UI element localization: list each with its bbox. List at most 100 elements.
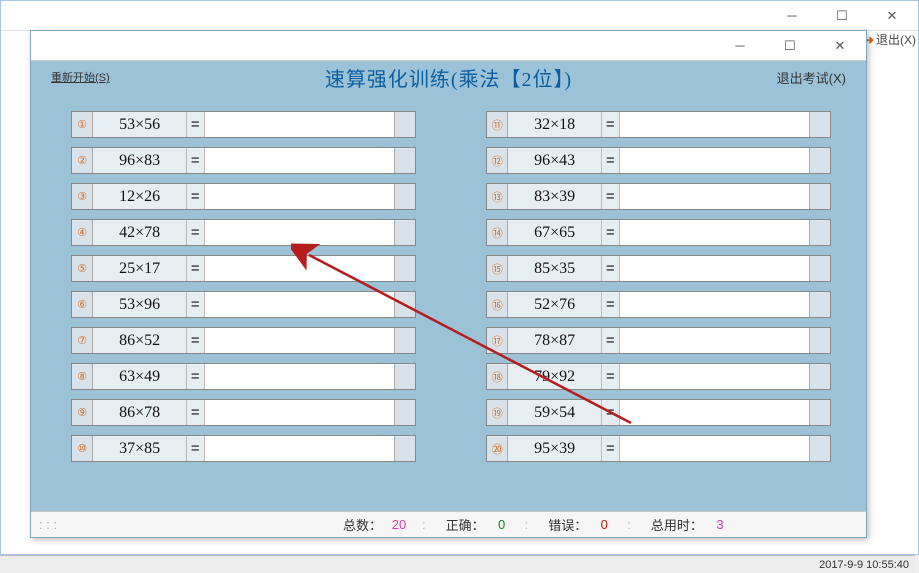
quiz-minimize-button[interactable]: ─ [720,34,760,58]
answer-input[interactable] [205,148,394,173]
problem-number: ⑪ [487,112,508,137]
answer-input[interactable] [620,148,809,173]
problems-area: ①53×56=②96×83=③12×26=④42×78=⑤25×17=⑥53×9… [31,93,866,511]
answer-input[interactable] [205,292,394,317]
equals-sign: = [601,220,620,245]
row-tail [394,364,415,389]
row-tail [394,292,415,317]
problem-row: ⑰78×87= [486,327,831,354]
equals-sign: = [601,148,620,173]
answer-input[interactable] [205,400,394,425]
problem-row: ⑬83×39= [486,183,831,210]
row-tail [809,184,830,209]
answer-input[interactable] [620,184,809,209]
restart-link[interactable]: 重新开始(S) [51,69,110,85]
row-tail [394,148,415,173]
parent-exit-link[interactable]: ➜ 退出(X) [864,31,916,48]
answer-input[interactable] [620,400,809,425]
answer-input[interactable] [620,436,809,461]
problem-row: ①53×56= [71,111,416,138]
problem-number: ⑤ [72,256,93,281]
problem-row: ⑫96×43= [486,147,831,174]
equals-sign: = [186,220,205,245]
problems-column-left: ①53×56=②96×83=③12×26=④42×78=⑤25×17=⑥53×9… [71,111,416,501]
equals-sign: = [186,112,205,137]
problem-row: ③12×26= [71,183,416,210]
answer-input[interactable] [205,184,394,209]
problem-number: ⑩ [72,436,93,461]
problem-expression: 95×39 [508,436,600,461]
problem-number: ⑯ [487,292,508,317]
answer-input[interactable] [620,112,809,137]
answer-input[interactable] [205,112,394,137]
parent-minimize-button[interactable]: ─ [772,4,812,28]
answer-input[interactable] [620,220,809,245]
problem-number: ⑭ [487,220,508,245]
time-label: 总用时： [651,515,703,534]
wrong-label: 错误： [548,515,587,534]
problems-column-right: ⑪32×18=⑫96×43=⑬83×39=⑭67×65=⑮85×35=⑯52×7… [486,111,831,501]
answer-input[interactable] [205,364,394,389]
problem-expression: 96×83 [93,148,185,173]
problem-number: ① [72,112,93,137]
equals-sign: = [186,364,205,389]
problem-number: ⑨ [72,400,93,425]
problem-expression: 52×76 [508,292,600,317]
problem-expression: 53×56 [93,112,185,137]
parent-close-button[interactable]: ✕ [872,4,912,28]
problem-expression: 42×78 [93,220,185,245]
quiz-titlebar: ─ ☐ ✕ [31,31,866,61]
row-tail [809,328,830,353]
problem-row: ⑦86×52= [71,327,416,354]
row-tail [809,148,830,173]
quiz-close-button[interactable]: ✕ [820,34,860,58]
equals-sign: = [186,292,205,317]
problem-expression: 86×78 [93,400,185,425]
answer-input[interactable] [205,436,394,461]
equals-sign: = [601,436,620,461]
answer-input[interactable] [620,364,809,389]
problem-expression: 59×54 [508,400,600,425]
problem-number: ② [72,148,93,173]
problem-expression: 53×96 [93,292,185,317]
exit-exam-link[interactable]: 退出考试(X) [777,68,846,87]
equals-sign: = [601,184,620,209]
problem-row: ⑩37×85= [71,435,416,462]
wrong-value: 0 [587,517,621,532]
answer-input[interactable] [620,292,809,317]
equals-sign: = [186,256,205,281]
problem-expression: 32×18 [508,112,600,137]
problem-row: ⑧63×49= [71,363,416,390]
problem-number: ⑮ [487,256,508,281]
row-tail [394,184,415,209]
answer-input[interactable] [205,328,394,353]
problem-expression: 78×87 [508,328,600,353]
problem-expression: 12×26 [93,184,185,209]
quiz-title: 速算强化训练(乘法【2位】) [325,63,572,92]
answer-input[interactable] [620,328,809,353]
problem-row: ⑤25×17= [71,255,416,282]
correct-value: 0 [485,517,519,532]
answer-input[interactable] [620,256,809,281]
parent-exit-label: 退出(X) [876,31,916,48]
problem-number: ③ [72,184,93,209]
answer-input[interactable] [205,220,394,245]
quiz-maximize-button[interactable]: ☐ [770,34,810,58]
parent-maximize-button[interactable]: ☐ [822,4,862,28]
row-tail [394,328,415,353]
equals-sign: = [186,436,205,461]
problem-row: ⑯52×76= [486,291,831,318]
answer-input[interactable] [205,256,394,281]
row-tail [394,256,415,281]
row-tail [809,436,830,461]
problem-number: ⑬ [487,184,508,209]
problem-expression: 63×49 [93,364,185,389]
equals-sign: = [601,400,620,425]
problem-row: ⑪32×18= [486,111,831,138]
problem-number: ⑱ [487,364,508,389]
problem-row: ⑮85×35= [486,255,831,282]
row-tail [394,436,415,461]
status-bar: : : : 总数： 20 : 正确： 0 : 错误： 0 : 总用时： 3 [31,511,866,537]
problem-number: ⑰ [487,328,508,353]
row-tail [394,112,415,137]
